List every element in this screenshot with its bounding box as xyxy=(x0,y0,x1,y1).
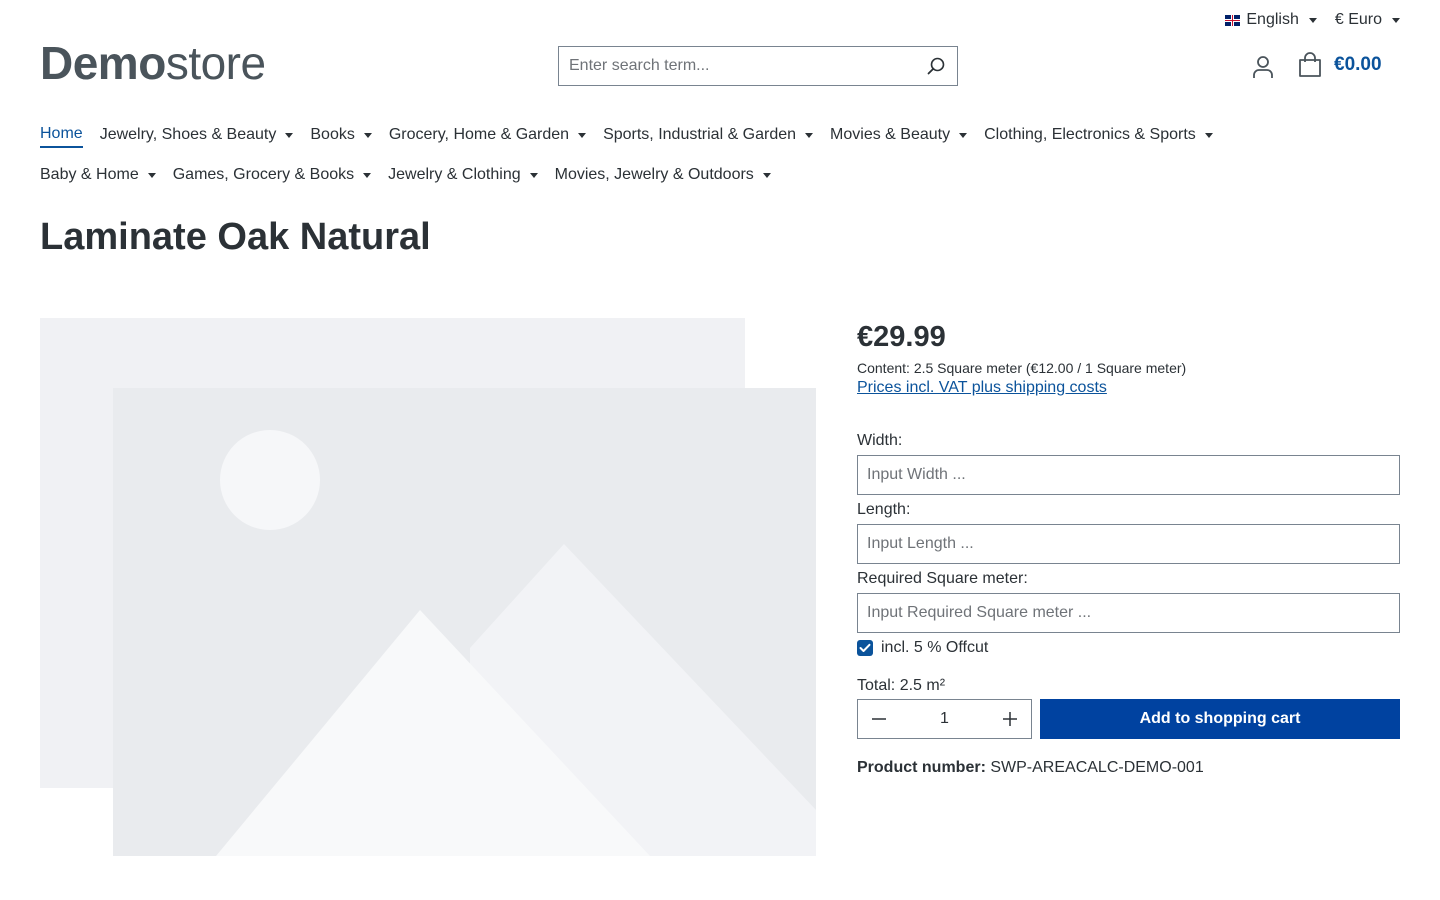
offcut-checkbox-row: incl. 5 % Offcut xyxy=(857,639,1400,657)
vat-shipping-link[interactable]: Prices incl. VAT plus shipping costs xyxy=(857,379,1107,397)
chevron-down-icon xyxy=(363,132,372,138)
decrease-quantity-button[interactable] xyxy=(858,700,900,738)
nav-item-label: Clothing, Electronics & Sports xyxy=(984,126,1196,143)
account-button[interactable] xyxy=(1250,54,1276,80)
nav-item-sports-industrial-garden[interactable]: Sports, Industrial & Garden xyxy=(603,118,814,148)
width-label: Width: xyxy=(857,432,903,449)
nav-item-movies-jewelry-outdoors[interactable]: Movies, Jewelry & Outdoors xyxy=(555,158,771,188)
language-dropdown[interactable]: English xyxy=(1225,11,1317,29)
cart-total: €0.00 xyxy=(1334,54,1382,75)
chevron-down-icon xyxy=(1392,17,1400,23)
currency-label: € Euro xyxy=(1334,11,1382,28)
chevron-down-icon xyxy=(529,172,538,178)
nav-item-games-grocery-books[interactable]: Games, Grocery & Books xyxy=(172,158,372,188)
shopping-bag-icon xyxy=(1299,52,1321,77)
chevron-down-icon xyxy=(363,172,372,178)
product-image-gallery[interactable] xyxy=(40,318,816,858)
buy-row: 1 Add to shopping cart xyxy=(857,699,1400,739)
chevron-down-icon xyxy=(1308,17,1317,23)
chevron-down-icon xyxy=(959,132,968,138)
square-meter-field-wrapper xyxy=(857,593,1400,633)
add-to-cart-button[interactable]: Add to shopping cart xyxy=(1040,699,1400,739)
uk-flag-icon xyxy=(1225,14,1241,26)
chevron-down-icon xyxy=(805,132,814,138)
product-number-label: Product number: xyxy=(857,759,986,776)
increase-quantity-button[interactable] xyxy=(989,700,1031,738)
nav-item-label: Movies, Jewelry & Outdoors xyxy=(554,166,754,183)
nav-item-label: Jewelry, Shoes & Beauty xyxy=(99,126,277,143)
nav-row-2: Baby & Home Games, Grocery & Books Jewel… xyxy=(40,158,1410,198)
currency-dropdown[interactable]: € Euro xyxy=(1335,11,1400,29)
chevron-down-icon xyxy=(147,172,156,178)
minus-icon xyxy=(872,718,886,720)
chevron-down-icon xyxy=(285,132,294,138)
search-input[interactable] xyxy=(559,47,915,85)
nav-item-clothing-electronics-sports[interactable]: Clothing, Electronics & Sports xyxy=(984,118,1213,148)
nav-row-1: Home Jewelry, Shoes & Beauty Books Groce… xyxy=(40,118,1410,158)
product-number-value: SWP-AREACALC-DEMO-001 xyxy=(990,759,1204,776)
square-meter-input[interactable] xyxy=(858,594,1399,632)
width-input[interactable] xyxy=(858,456,1399,494)
nav-item-label: Baby & Home xyxy=(40,166,139,183)
chevron-down-icon xyxy=(1204,132,1213,138)
nav-item-label: Jewelry & Clothing xyxy=(388,166,521,183)
total-area: Total: 2.5 m² xyxy=(857,677,946,694)
quantity-stepper: 1 xyxy=(857,699,1032,739)
nav-item-label: Sports, Industrial & Garden xyxy=(603,126,797,143)
square-meter-label: Required Square meter: xyxy=(857,570,1028,587)
offcut-label: incl. 5 % Offcut xyxy=(881,639,989,656)
nav-item-jewelry-shoes-beauty[interactable]: Jewelry, Shoes & Beauty xyxy=(100,118,294,148)
nav-item-movies-beauty[interactable]: Movies & Beauty xyxy=(830,118,968,148)
content-info: Content: 2.5 Square meter (€12.00 / 1 Sq… xyxy=(857,360,1187,376)
checkmark-icon xyxy=(859,643,871,652)
nav-item-label: Home xyxy=(40,125,83,142)
chevron-down-icon xyxy=(762,172,771,178)
length-input[interactable] xyxy=(858,525,1399,563)
buy-box: €29.99 Content: 2.5 Square meter (€12.00… xyxy=(857,318,1400,777)
search-bar xyxy=(558,46,958,86)
image-placeholder-icon xyxy=(40,318,816,856)
search-button[interactable] xyxy=(915,47,957,85)
nav-item-home[interactable]: Home xyxy=(40,118,83,148)
product-price: €29.99 xyxy=(857,321,946,353)
length-label: Length: xyxy=(857,501,911,518)
nav-item-label: Grocery, Home & Garden xyxy=(388,126,570,143)
store-logo[interactable]: Demostore xyxy=(40,38,266,88)
nav-item-jewelry-clothing[interactable]: Jewelry & Clothing xyxy=(388,158,538,188)
nav-item-grocery-home-garden[interactable]: Grocery, Home & Garden xyxy=(388,118,587,148)
chevron-down-icon xyxy=(578,132,587,138)
nav-item-label: Books xyxy=(310,126,355,143)
nav-item-label: Movies & Beauty xyxy=(830,126,951,143)
length-field-wrapper xyxy=(857,524,1400,564)
logo-bold-text: Demo xyxy=(40,37,166,89)
quantity-value[interactable]: 1 xyxy=(900,710,989,728)
offcut-checkbox[interactable] xyxy=(857,640,873,656)
product-number: Product number: SWP-AREACALC-DEMO-001 xyxy=(857,759,1400,777)
nav-item-label: Games, Grocery & Books xyxy=(172,166,355,183)
nav-item-books[interactable]: Books xyxy=(310,118,372,148)
logo-light-text: store xyxy=(165,37,266,89)
cart-button[interactable]: €0.00 xyxy=(1298,52,1382,78)
plus-icon xyxy=(1003,712,1017,726)
language-label: English xyxy=(1246,11,1299,28)
search-icon xyxy=(927,57,945,75)
user-icon xyxy=(1253,56,1273,78)
top-bar: English € Euro xyxy=(1225,8,1400,32)
width-field-wrapper xyxy=(857,455,1400,495)
main-navigation: Home Jewelry, Shoes & Beauty Books Groce… xyxy=(40,118,1410,198)
nav-item-baby-home[interactable]: Baby & Home xyxy=(40,158,156,188)
page-title: Laminate Oak Natural xyxy=(40,216,431,258)
